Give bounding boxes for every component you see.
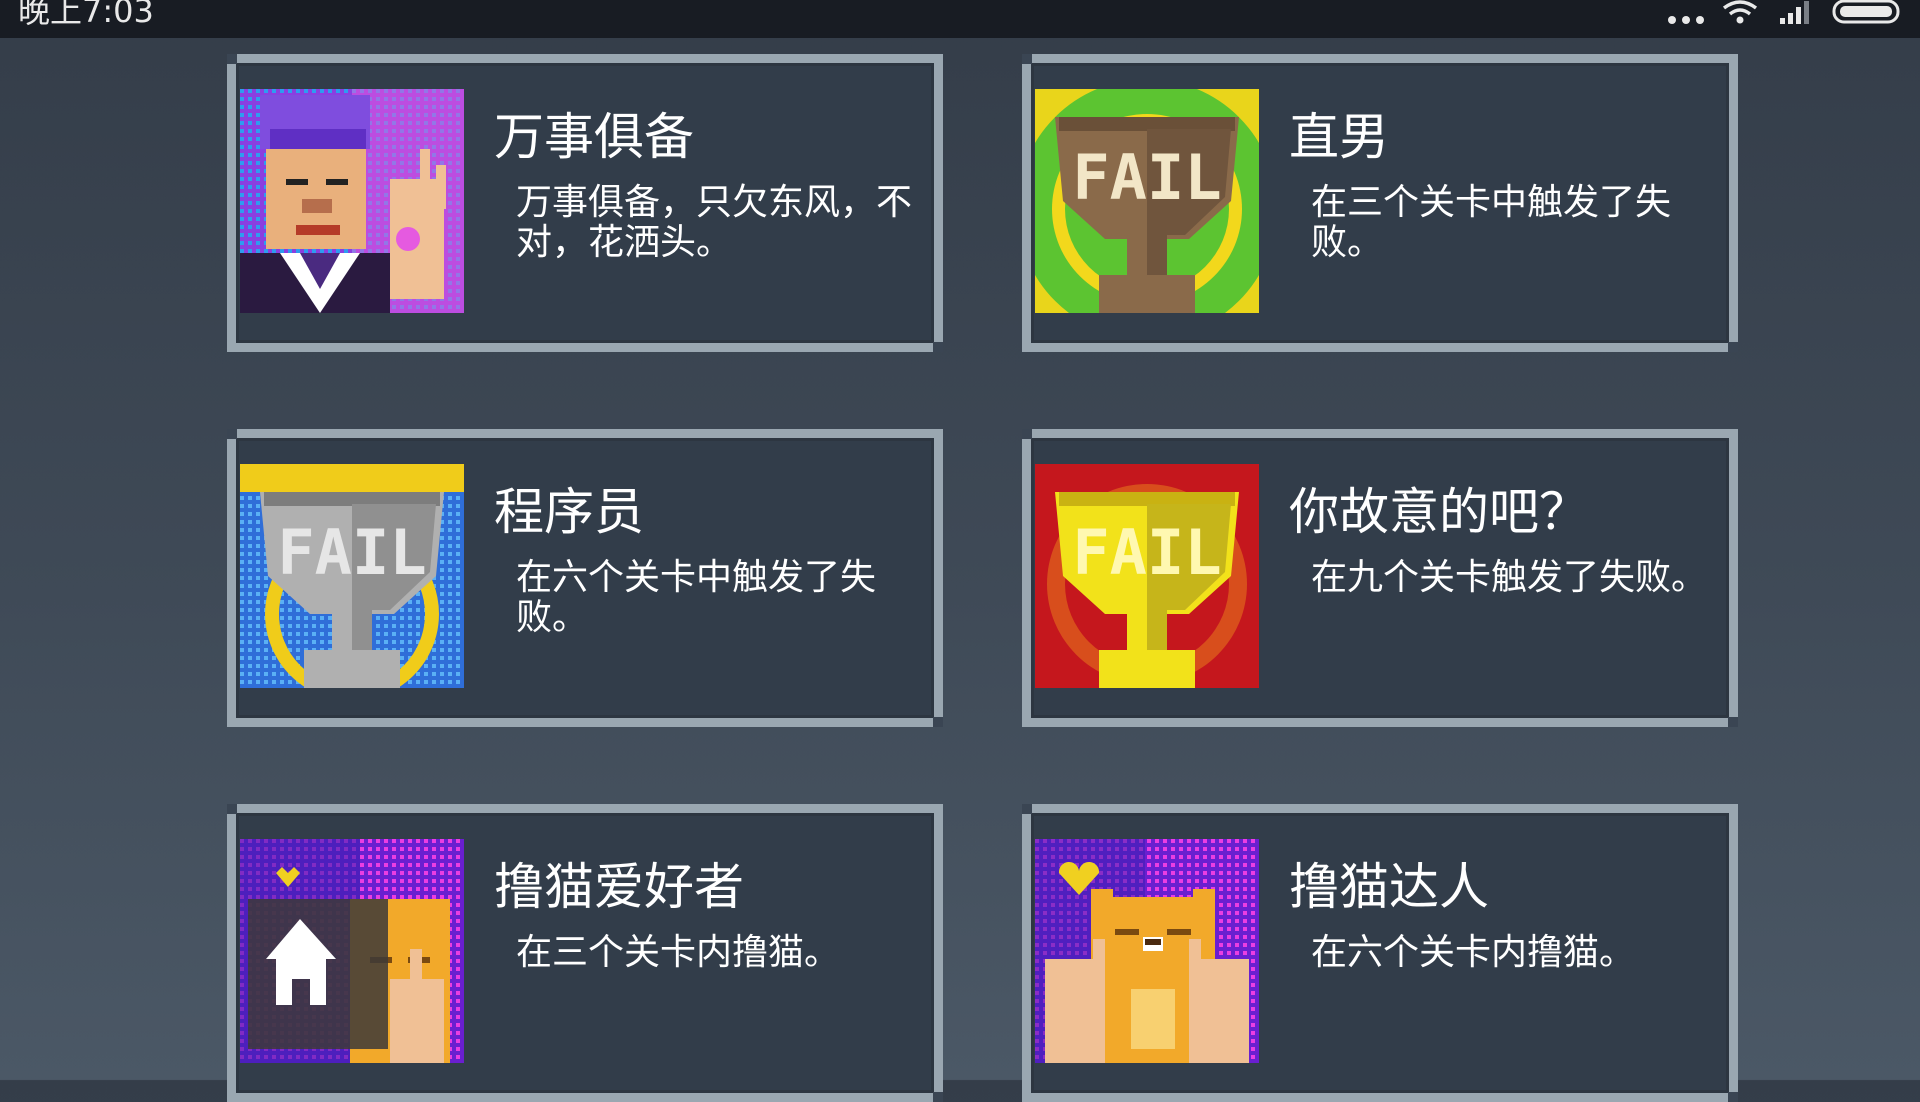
achievement-card[interactable]: FAIL 直男 在三个关卡中触发了失败。	[1022, 54, 1738, 352]
achievement-card[interactable]: 撸猫爱好者 在三个关卡内撸猫。	[227, 804, 943, 1102]
achievement-title: 程序员	[494, 483, 644, 541]
achievement-description: 在六个关卡内撸猫。	[1311, 932, 1636, 973]
achievement-description: 在九个关卡触发了失败。	[1311, 557, 1708, 598]
achievement-card[interactable]: FAIL 程序员 在六个关卡中触发了失败。	[227, 429, 943, 727]
fail-trophy-bronze-image: FAIL	[1035, 89, 1259, 313]
battery-icon	[1832, 0, 1900, 24]
svg-text:FAIL: FAIL	[1072, 516, 1221, 589]
fail-trophy-gold-image: FAIL	[1035, 464, 1259, 688]
signal-icon	[1780, 1, 1809, 24]
achievement-title: 直男	[1289, 108, 1389, 166]
cat-petting-hands-image	[1035, 839, 1259, 1063]
achievement-description: 在三个关卡中触发了失败。	[1311, 182, 1672, 263]
achievement-card[interactable]: 万事俱备 万事俱备，只欠东风，不对，花洒头。	[227, 54, 943, 352]
cat-petting-paw-image	[240, 839, 464, 1063]
achievement-card[interactable]: 撸猫达人 在六个关卡内撸猫。	[1022, 804, 1738, 1102]
achievement-card[interactable]: FAIL 你故意的吧？ 在九个关卡触发了失败。	[1022, 429, 1738, 727]
achievement-description: 万事俱备，只欠东风，不对，花洒头。	[516, 182, 913, 263]
wifi-icon	[1722, 0, 1758, 24]
achievement-description: 在三个关卡内撸猫。	[516, 932, 841, 973]
status-bar: 晚上7:03	[0, 0, 1920, 38]
more-dots-icon	[1668, 16, 1704, 24]
achievement-title: 撸猫达人	[1289, 858, 1489, 916]
fail-trophy-silver-image: FAIL	[240, 464, 464, 688]
status-time: 晚上7:03	[18, 0, 154, 30]
svg-text:FAIL: FAIL	[277, 516, 426, 589]
achievement-title: 撸猫爱好者	[494, 858, 744, 916]
achievement-description: 在六个关卡中触发了失败。	[516, 557, 877, 638]
achievement-title: 万事俱备	[494, 108, 694, 166]
achievement-title: 你故意的吧？	[1289, 483, 1589, 541]
old-man-ok-gesture-image	[240, 89, 464, 313]
svg-text:FAIL: FAIL	[1072, 141, 1221, 214]
